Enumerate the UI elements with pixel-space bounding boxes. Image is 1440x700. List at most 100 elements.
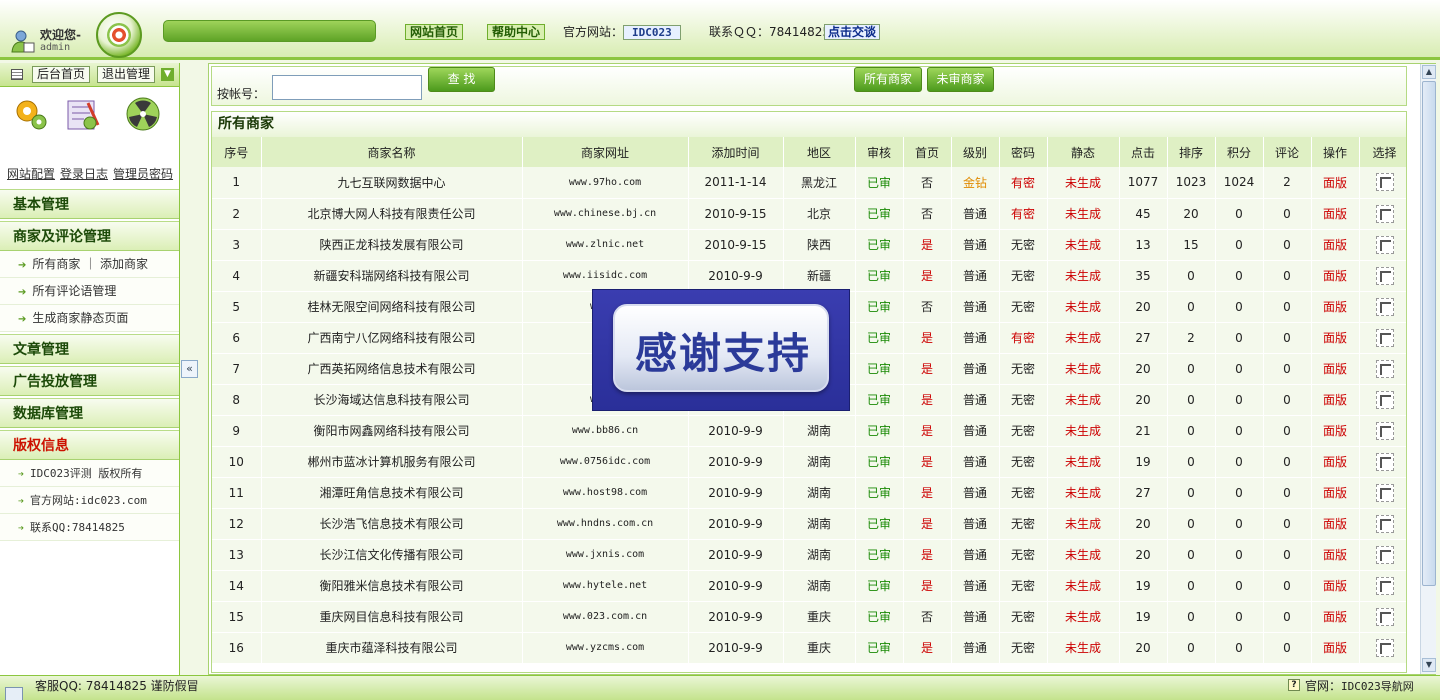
- homepage-flag: 否: [903, 291, 952, 323]
- account-search-input[interactable]: [272, 75, 422, 100]
- table-header-row: 序号 商家名称 商家网址 添加时间 地区 审核 首页 级别 密码 静态 点击 排序 积分 评论 操作 选择: [212, 137, 1406, 167]
- panel-link[interactable]: 面版: [1311, 229, 1360, 261]
- select-checkbox[interactable]: [1375, 545, 1394, 564]
- search-button[interactable]: 查 找: [428, 67, 495, 92]
- panel-link[interactable]: 面版: [1311, 198, 1360, 230]
- menu-item-all-reviews[interactable]: ➔ 所有评论语管理: [0, 278, 179, 305]
- select-checkbox[interactable]: [1375, 328, 1394, 347]
- select-checkbox[interactable]: [1375, 266, 1394, 285]
- menu-item-all-merchants[interactable]: ➔ 所有商家 ｜ 添加商家: [0, 251, 179, 278]
- row-index: 14: [212, 570, 262, 602]
- select-checkbox[interactable]: [1375, 514, 1394, 533]
- level: 普通: [951, 384, 1000, 416]
- select-cell: [1359, 229, 1406, 261]
- panel-link[interactable]: 面版: [1311, 322, 1360, 354]
- nav-home-link[interactable]: 网站首页: [405, 24, 464, 42]
- select-checkbox[interactable]: [1375, 483, 1394, 502]
- panel-link[interactable]: 面版: [1311, 632, 1360, 664]
- menu-item-official-site[interactable]: ➔ 官方网站:idc023.com: [0, 487, 179, 514]
- panel-link[interactable]: 面版: [1311, 260, 1360, 292]
- merchant-name: 北京博大网人科技有限责任公司: [261, 198, 523, 230]
- level: 普通: [951, 570, 1000, 602]
- footer-official-site[interactable]: 官网：IDC023导航网: [1305, 677, 1414, 694]
- nav-help-link[interactable]: 帮助中心: [487, 24, 546, 42]
- logout-button[interactable]: 退出管理: [97, 66, 156, 83]
- select-checkbox[interactable]: [1375, 452, 1394, 471]
- select-checkbox[interactable]: [1375, 638, 1394, 657]
- panel-link[interactable]: 面版: [1311, 291, 1360, 323]
- select-checkbox[interactable]: [1375, 235, 1394, 254]
- panel-link[interactable]: 面版: [1311, 353, 1360, 385]
- menu-merchant-review[interactable]: 商家及评论管理: [0, 221, 179, 251]
- scroll-thumb[interactable]: [1422, 81, 1436, 586]
- unreviewed-merchants-button[interactable]: 未审商家: [927, 67, 994, 92]
- select-checkbox[interactable]: [1375, 204, 1394, 223]
- level: 普通: [951, 477, 1000, 509]
- review-status: 已审: [855, 508, 904, 540]
- comments: 0: [1263, 508, 1312, 540]
- select-checkbox[interactable]: [1375, 576, 1394, 595]
- select-checkbox[interactable]: [1375, 390, 1394, 409]
- sort-order: 15: [1167, 229, 1216, 261]
- admin-password-link[interactable]: 管理员密码: [113, 165, 173, 182]
- homepage-flag: 是: [903, 446, 952, 478]
- merchant-name: 长沙海域达信息科技有限公司: [261, 384, 523, 416]
- points: 0: [1215, 415, 1264, 447]
- panel-link[interactable]: 面版: [1311, 570, 1360, 602]
- select-checkbox[interactable]: [1375, 421, 1394, 440]
- panel-link[interactable]: 面版: [1311, 477, 1360, 509]
- menu-basic[interactable]: 基本管理: [0, 189, 179, 219]
- panel-link[interactable]: 面版: [1311, 601, 1360, 633]
- clicks: 20: [1119, 291, 1168, 323]
- merchant-name: 长沙浩飞信息技术有限公司: [261, 508, 523, 540]
- level: 普通: [951, 508, 1000, 540]
- review-status: 已审: [855, 446, 904, 478]
- chat-link[interactable]: 点击交谈: [824, 24, 881, 42]
- region: 新疆: [783, 260, 856, 292]
- add-time: 2010-9-9: [688, 260, 784, 292]
- menu-item-generate-static[interactable]: ➔ 生成商家静态页面: [0, 305, 179, 332]
- gear-icon[interactable]: [12, 95, 50, 133]
- scroll-down-icon[interactable]: ▼: [1422, 658, 1436, 672]
- password-icon[interactable]: [124, 95, 162, 133]
- comments: 0: [1263, 291, 1312, 323]
- row-index: 2: [212, 198, 262, 230]
- merchant-name: 衡阳雅米信息技术有限公司: [261, 570, 523, 602]
- scroll-up-icon[interactable]: ▲: [1422, 65, 1436, 79]
- column-header: 选择: [1359, 137, 1406, 167]
- login-log-link[interactable]: 登录日志: [60, 165, 108, 182]
- panel-link[interactable]: 面版: [1311, 508, 1360, 540]
- select-checkbox[interactable]: [1375, 297, 1394, 316]
- homepage-flag: 否: [903, 198, 952, 230]
- official-label: 官方网站：: [563, 25, 624, 39]
- add-time: 2010-9-15: [688, 198, 784, 230]
- panel-link[interactable]: 面版: [1311, 384, 1360, 416]
- select-checkbox[interactable]: [1375, 359, 1394, 378]
- menu-database[interactable]: 数据库管理: [0, 398, 179, 428]
- menu-articles[interactable]: 文章管理: [0, 334, 179, 364]
- official-site-link[interactable]: IDC023: [623, 24, 681, 42]
- panel-link[interactable]: 面版: [1311, 539, 1360, 571]
- arrow-down-icon[interactable]: ▼: [161, 68, 174, 81]
- select-checkbox[interactable]: [1375, 173, 1394, 192]
- admin-home-button[interactable]: 后台首页: [32, 66, 91, 83]
- arrow-right-icon: ➔: [18, 260, 27, 271]
- table-row: 15 重庆网目信息科技有限公司 www.023.com.cn 2010-9-9 重庆 已审…: [212, 601, 1406, 633]
- menu-copyright[interactable]: 版权信息: [0, 430, 179, 460]
- panel-link[interactable]: 面版: [1311, 446, 1360, 478]
- panel-link[interactable]: 面版: [1311, 415, 1360, 447]
- menu-ads[interactable]: 广告投放管理: [0, 366, 179, 396]
- log-book-icon[interactable]: [64, 95, 102, 133]
- select-checkbox[interactable]: [1375, 607, 1394, 626]
- row-index: 10: [212, 446, 262, 478]
- header-banner-bar: [163, 20, 376, 42]
- column-header: 密码: [999, 137, 1048, 167]
- vertical-scrollbar[interactable]: ▲ ▼: [1420, 64, 1436, 674]
- top-header: 欢迎您- admin 网站首页 帮助中心 官方网站： IDC023 联系ＱＱ：7…: [0, 0, 1440, 60]
- help-icon[interactable]: ?: [1288, 679, 1300, 691]
- static-status: 未生成: [1047, 508, 1120, 540]
- site-config-link[interactable]: 网站配置: [7, 165, 55, 182]
- all-merchants-button[interactable]: 所有商家: [854, 67, 922, 92]
- panel-link[interactable]: 面版: [1311, 167, 1360, 199]
- collapse-sidebar-button[interactable]: «: [181, 360, 198, 378]
